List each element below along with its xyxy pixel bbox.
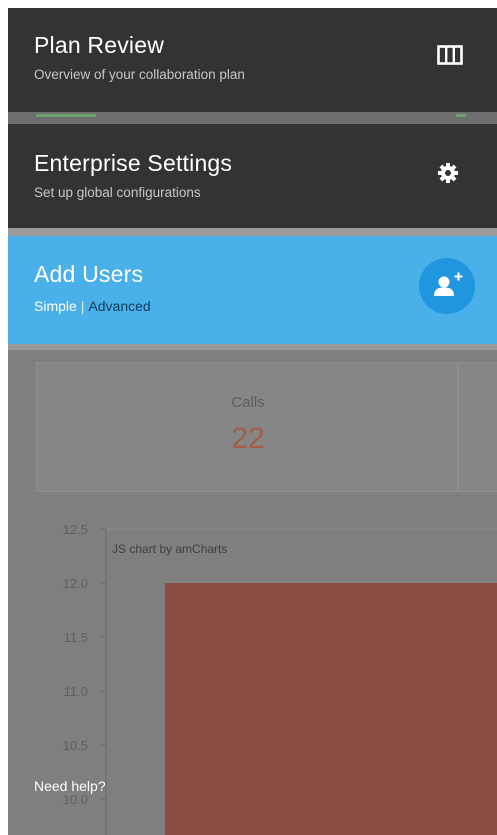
divider (8, 228, 497, 236)
simple-link[interactable]: Simple (34, 298, 77, 314)
calls-label: Calls (231, 394, 265, 411)
y-tick-label: 12.0 (63, 576, 88, 591)
columns-icon (437, 44, 463, 70)
secondary-card (458, 362, 497, 492)
plan-review-strip (8, 112, 497, 124)
y-tick-label: 10.0 (63, 792, 88, 807)
add-user-button[interactable] (419, 258, 475, 314)
calls-value: 22 (231, 422, 265, 455)
y-tick-label: 11.5 (64, 630, 88, 645)
add-user-icon (434, 272, 463, 296)
divider (8, 344, 497, 350)
help-link[interactable]: Need help? (34, 778, 106, 794)
y-tick-label: 10.5 (63, 738, 88, 753)
y-tick-labels: 12.5 12.0 11.5 11.0 10.5 10.0 (63, 522, 106, 807)
mode-separator: | (80, 298, 85, 314)
y-tick-label: 12.5 (63, 522, 88, 537)
y-tick-label: 11.0 (64, 684, 88, 699)
app-screen: Calls 22 JS chart by amCharts 12.5 12.0 11… (8, 8, 497, 835)
add-users-item[interactable]: Add Users Simple | Advanced (8, 236, 497, 344)
plan-review-title: Plan Review (34, 32, 165, 58)
chart-bar (165, 583, 497, 835)
plan-review-item[interactable]: Plan Review Overview of your collaborati… (8, 8, 497, 112)
enterprise-settings-title: Enterprise Settings (34, 150, 233, 176)
enterprise-settings-subtitle: Set up global configurations (34, 185, 201, 200)
chart-credit: JS chart by amCharts (112, 542, 227, 556)
plan-review-subtitle: Overview of your collaboration plan (34, 67, 245, 82)
enterprise-settings-item[interactable]: Enterprise Settings Set up global config… (8, 124, 497, 228)
advanced-link[interactable]: Advanced (88, 298, 150, 314)
gear-icon (437, 162, 463, 188)
